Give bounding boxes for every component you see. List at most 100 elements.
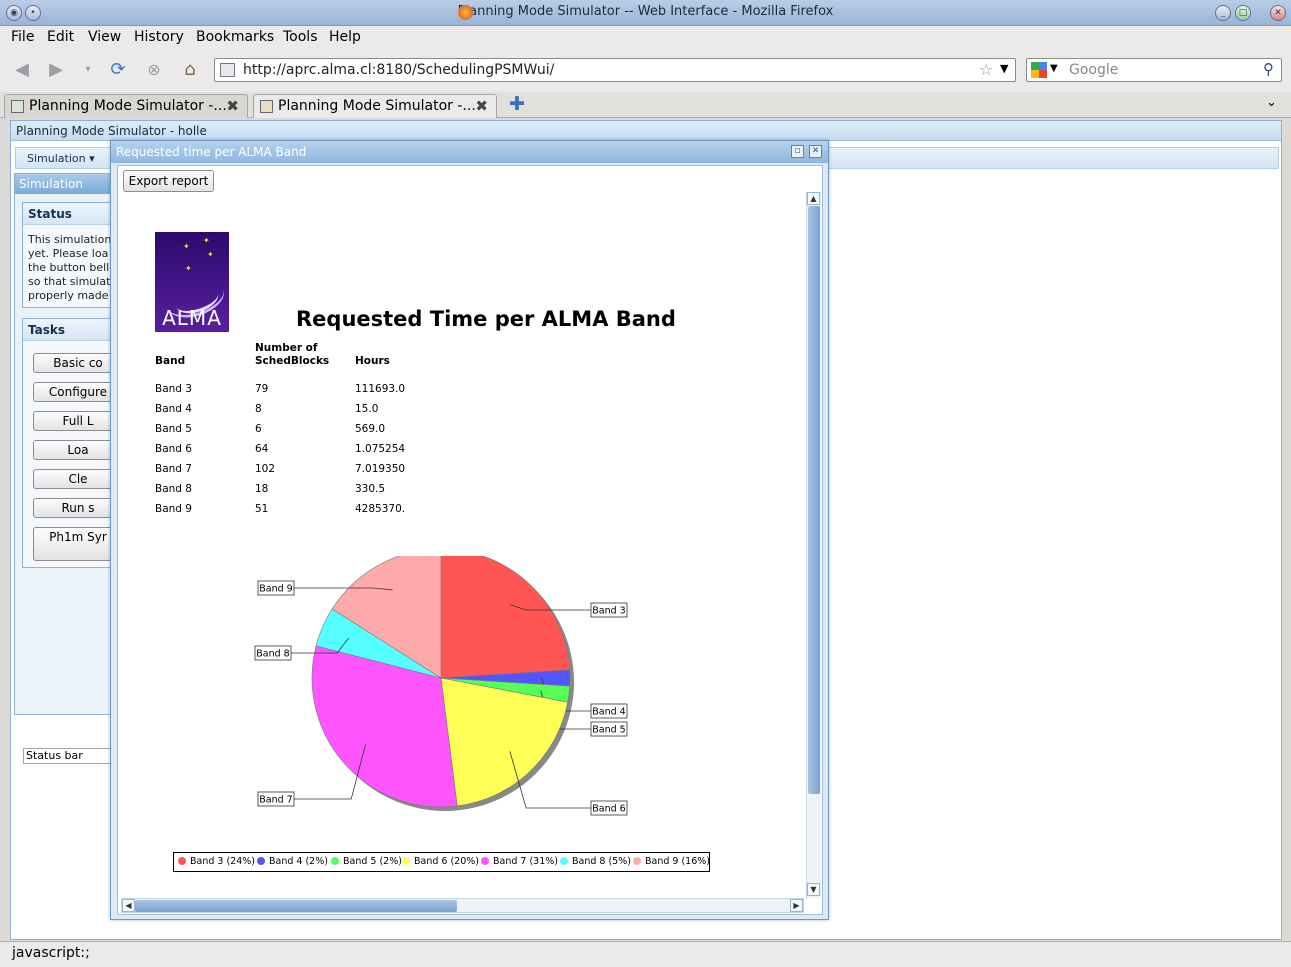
menu-view[interactable]: View	[88, 29, 121, 45]
status-line: the button bello	[28, 261, 116, 274]
menu-edit[interactable]: Edit	[47, 29, 74, 45]
simulation-panel-title: Simulation	[15, 174, 113, 194]
search-engine-icon[interactable]	[1031, 62, 1047, 78]
tasks-panel: Tasks Basic co Configure Full L Loa Cle …	[22, 318, 123, 568]
pie-label: Band 6	[592, 804, 625, 815]
menu-bookmarks[interactable]: Bookmarks	[196, 29, 274, 45]
report-title: Requested Time per ALMA Band	[296, 307, 676, 331]
legend-item: Band 9 (16%)	[633, 856, 710, 867]
table-cell-sb: 79	[255, 383, 269, 395]
pie-label: Band 3	[592, 606, 625, 617]
tab-1[interactable]: Planning Mode Simulator -... ✖	[4, 94, 248, 118]
table-cell-hours: 569.0	[355, 423, 386, 435]
url-text[interactable]: http://aprc.alma.cl:8180/SchedulingPSMWu…	[243, 62, 554, 78]
table-cell-hours: 1.075254	[355, 443, 406, 455]
new-tab-icon[interactable]: ✚	[509, 93, 525, 115]
bookmark-star-icon[interactable]: ☆	[979, 60, 993, 79]
legend-swatch	[560, 857, 568, 865]
search-engine-dropdown-icon[interactable]: ▼	[1050, 63, 1058, 74]
col-header-band: Band	[155, 355, 186, 367]
scroll-down-icon[interactable]: ▼	[807, 883, 820, 896]
site-identity-icon[interactable]	[220, 63, 235, 77]
col-header-sb-line2: SchedBlocks	[255, 355, 330, 367]
table-cell-band: Band 5	[155, 423, 192, 435]
tab-2[interactable]: Planning Mode Simulator -... ✖	[253, 94, 497, 118]
app-header: Planning Mode Simulator - holle	[11, 121, 1281, 141]
export-report-button[interactable]: Export report	[123, 170, 214, 192]
table-cell-sb: 8	[255, 403, 262, 415]
menu-file[interactable]: File	[11, 29, 34, 45]
menu-tools[interactable]: Tools	[283, 29, 318, 45]
url-dropdown-icon[interactable]: ▼	[1000, 62, 1008, 75]
table-cell-band: Band 9	[155, 503, 192, 515]
legend-label: Band 5 (2%)	[343, 856, 402, 867]
menu-bar: File Edit View History Bookmarks Tools H…	[0, 26, 1291, 50]
close-dialog-icon[interactable]: ✕	[809, 145, 822, 158]
search-bar[interactable]: ▼ Google ⚲	[1026, 58, 1282, 82]
table-cell-hours: 15.0	[355, 403, 379, 415]
back-icon[interactable]: ◀	[10, 58, 34, 82]
report-dialog: Requested time per ALMA Band ▫ ✕ Export …	[110, 140, 829, 920]
pie-label: Band 9	[259, 584, 292, 595]
table-cell-sb: 51	[255, 503, 269, 515]
chart-legend: Band 3 (24%) Band 4 (2%) Band 5 (2%) Band 6…	[173, 852, 710, 872]
home-icon[interactable]: ⌂	[178, 58, 202, 82]
legend-swatch	[331, 857, 339, 865]
search-input[interactable]: Google	[1069, 62, 1118, 78]
legend-label: Band 3 (24%)	[190, 856, 256, 867]
tab-favicon	[260, 100, 273, 113]
dialog-header[interactable]: Requested time per ALMA Band ▫ ✕	[111, 141, 828, 163]
horizontal-scroll-thumb[interactable]	[135, 900, 457, 912]
table-cell-hours: 330.5	[355, 483, 386, 495]
dialog-body: Export report ✦ ✦ ✦ ✦ ALMA Requested Tim…	[117, 165, 823, 915]
pie-label: Band 8	[256, 649, 289, 660]
list-tabs-icon[interactable]: ⌄	[1266, 95, 1277, 110]
legend-label: Band 8 (5%)	[572, 856, 631, 867]
menu-help[interactable]: Help	[329, 29, 361, 45]
vertical-scroll-thumb[interactable]	[808, 206, 820, 794]
maximize-icon[interactable]: □	[1235, 5, 1251, 21]
horizontal-scrollbar[interactable]: ◀ ▶	[121, 898, 804, 913]
legend-swatch	[178, 857, 186, 865]
legend-label: Band 9 (16%)	[645, 856, 711, 867]
stop-icon[interactable]: ⊗	[142, 58, 166, 82]
table-cell-hours: 111693.0	[355, 383, 406, 395]
tab-1-label: Planning Mode Simulator -...	[29, 98, 227, 114]
browser-status-bar: javascript:;	[0, 941, 1291, 967]
menu-history[interactable]: History	[134, 29, 184, 45]
minimize-icon[interactable]: _	[1215, 5, 1231, 21]
table-cell-hours: 4285370.	[355, 503, 406, 515]
close-tab-icon[interactable]: ✖	[475, 97, 488, 115]
tab-bar: Planning Mode Simulator -... ✖ Planning …	[0, 92, 1291, 118]
scroll-right-icon[interactable]: ▶	[790, 899, 803, 912]
simulation-menu[interactable]: Simulation ▾	[27, 152, 95, 165]
maximize-dialog-icon[interactable]: ▫	[791, 145, 804, 158]
legend-item: Band 3 (24%)	[178, 856, 255, 867]
alma-logo-text: ALMA	[162, 306, 222, 330]
search-icon[interactable]: ⚲	[1263, 60, 1274, 78]
vertical-scrollbar[interactable]: ▲ ▼	[806, 192, 821, 898]
legend-swatch	[633, 857, 641, 865]
reload-icon[interactable]: ⟳	[106, 58, 130, 82]
status-panel-title: Status	[23, 203, 117, 225]
close-window-icon[interactable]: ✕	[1270, 5, 1286, 21]
url-bar[interactable]: http://aprc.alma.cl:8180/SchedulingPSMWu…	[214, 58, 1016, 82]
table-cell-sb: 6	[255, 423, 262, 435]
legend-item: Band 7 (31%)	[481, 856, 558, 867]
forward-icon[interactable]: ▶	[44, 58, 68, 82]
scroll-left-icon[interactable]: ◀	[122, 899, 135, 912]
chevron-down-icon: ▾	[89, 152, 95, 165]
table-cell-band: Band 8	[155, 483, 192, 495]
close-tab-icon[interactable]: ✖	[226, 97, 239, 115]
status-line: properly made	[28, 289, 109, 302]
table-cell-hours: 7.019350	[355, 463, 406, 475]
history-dropdown-icon[interactable]: ▾	[76, 58, 100, 82]
pie-slice-band-3	[440, 556, 571, 679]
pie-label: Band 7	[259, 795, 292, 806]
table-cell-band: Band 6	[155, 443, 192, 455]
scroll-up-icon[interactable]: ▲	[807, 192, 820, 205]
status-line: This simulation	[28, 233, 112, 246]
legend-item: Band 4 (2%)	[257, 856, 328, 867]
alma-logo: ✦ ✦ ✦ ✦ ALMA	[155, 232, 229, 332]
report-content: ✦ ✦ ✦ ✦ ALMA Requested Time per ALMA Ban…	[121, 196, 804, 896]
